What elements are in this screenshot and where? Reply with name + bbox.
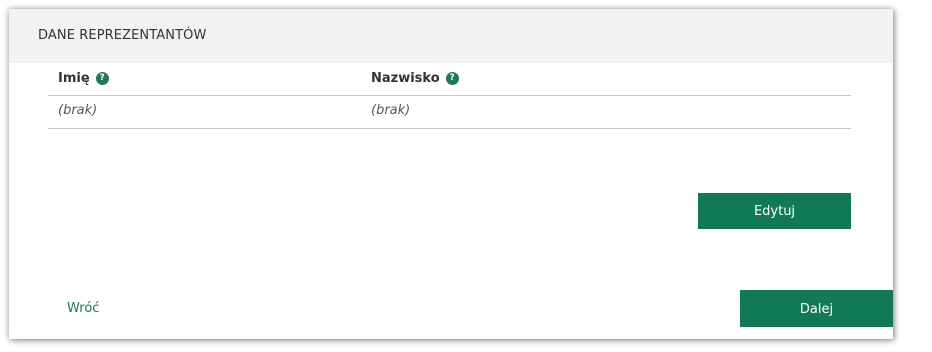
panel-title: DANE REPREZENTANTÓW	[38, 28, 207, 43]
panel-body	[9, 63, 893, 267]
column-header-label: Imię	[58, 71, 90, 86]
column-header-first-name: Imię ?	[58, 71, 109, 86]
column-header-label: Nazwisko	[371, 71, 440, 86]
column-header-last-name: Nazwisko ?	[371, 71, 459, 86]
form-container: DANE REPREZENTANTÓW Imię ? Nazwisko ? (b…	[9, 9, 893, 339]
question-circle-icon[interactable]: ?	[445, 72, 459, 85]
table-cell-first-name: (brak)	[58, 103, 98, 118]
table-divider	[48, 128, 851, 129]
edit-button[interactable]: Edytuj	[698, 193, 851, 229]
representatives-panel: DANE REPREZENTANTÓW Imię ? Nazwisko ? (b…	[9, 9, 893, 267]
table-cell-last-name: (brak)	[371, 103, 411, 118]
panel-header: DANE REPREZENTANTÓW	[9, 9, 893, 63]
question-circle-icon[interactable]: ?	[95, 72, 109, 85]
back-link[interactable]: Wróć	[67, 301, 99, 316]
next-button[interactable]: Dalej	[740, 290, 893, 327]
table-divider	[48, 95, 851, 96]
